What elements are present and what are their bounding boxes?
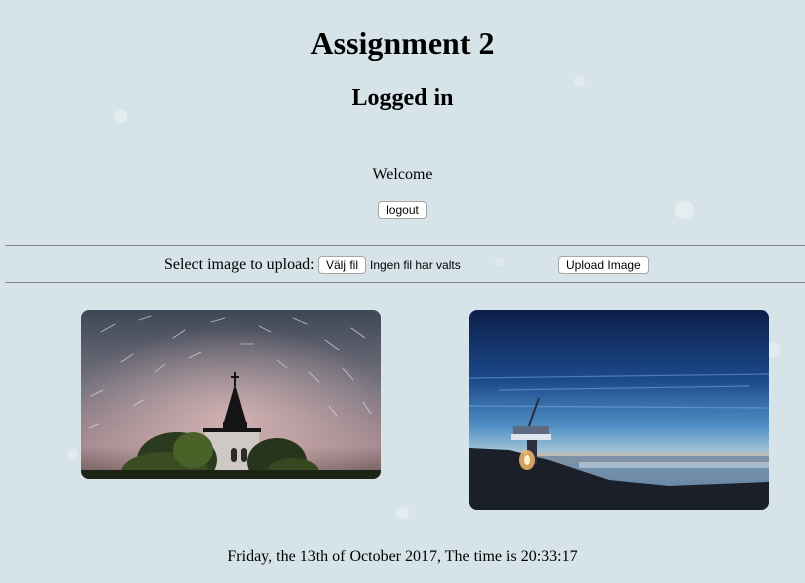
welcome-text: Welcome: [372, 166, 433, 183]
current-datetime: Friday, the 13th of October 2017, The ti…: [227, 548, 578, 565]
logout-button[interactable]: logout: [378, 201, 427, 219]
upload-image-button[interactable]: Upload Image: [558, 256, 649, 274]
logout-container: logout: [0, 201, 805, 219]
divider-bottom: [5, 282, 805, 283]
page-subtitle: Logged in: [351, 85, 454, 111]
upload-label: Select image to upload:: [164, 256, 315, 273]
gallery-image-lighthouse[interactable]: [469, 310, 769, 510]
page-title: Assignment 2: [310, 25, 495, 61]
divider-top: [5, 245, 805, 246]
no-file-chosen-text: Ingen fil har valts: [370, 258, 461, 272]
upload-form: Select image to upload: Välj fil Ingen f…: [0, 254, 805, 276]
choose-file-button[interactable]: Välj fil: [318, 256, 367, 274]
gallery-image-church[interactable]: [81, 310, 381, 479]
